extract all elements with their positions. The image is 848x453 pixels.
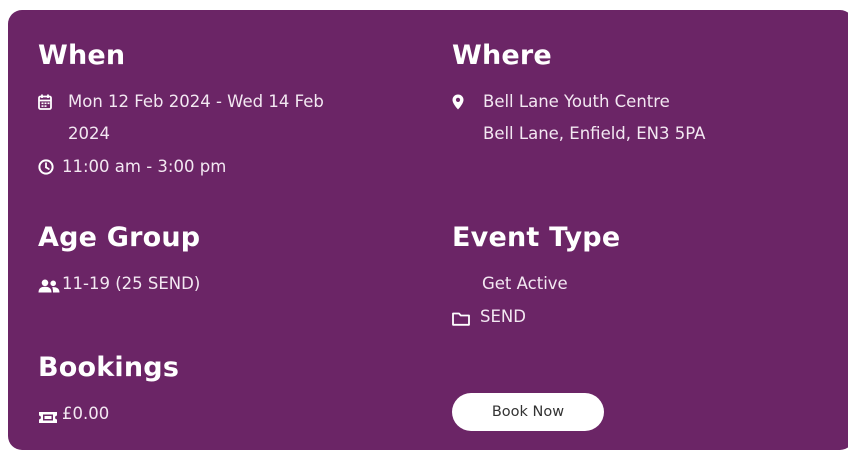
price-text: £0.00 — [62, 404, 110, 423]
bookings-heading: Bookings — [38, 352, 180, 383]
calendar-icon — [38, 93, 54, 111]
event-tag-link[interactable]: SEND — [480, 305, 526, 329]
date-range-continuation: 2024 — [68, 124, 110, 143]
users-icon — [38, 276, 60, 294]
time-text: 11:00 am - 3:00 pm — [62, 157, 227, 176]
ticket-icon — [38, 407, 60, 425]
date-range-text: Mon 12 Feb 2024 - Wed 14 Feb — [68, 92, 324, 111]
event-category-link[interactable]: Get Active — [482, 272, 568, 296]
age-group-row: 11-19 (25 SEND) — [38, 272, 398, 296]
where-heading: Where — [452, 40, 552, 71]
event-type-heading: Event Type — [452, 222, 621, 253]
age-group-text: 11-19 (25 SEND) — [62, 274, 201, 293]
when-heading: When — [38, 40, 126, 71]
map-pin-icon — [452, 93, 468, 111]
event-tag-row: SEND — [452, 305, 812, 329]
clock-icon — [38, 158, 54, 176]
folder-icon — [452, 309, 472, 327]
age-group-heading: Age Group — [38, 222, 201, 253]
time-row: 11:00 am - 3:00 pm — [38, 155, 398, 179]
date-row: Mon 12 Feb 2024 - Wed 14 Feb — [38, 90, 398, 114]
event-details-card: When Mon 12 Feb 2024 - Wed 14 Feb 2024 1… — [8, 10, 848, 450]
price-row: £0.00 — [38, 402, 398, 426]
venue-name-text: Bell Lane Youth Centre — [483, 92, 670, 111]
book-now-button[interactable]: Book Now — [452, 393, 604, 431]
venue-address-text: Bell Lane, Enfield, EN3 5PA — [483, 124, 706, 143]
venue-row: Bell Lane Youth Centre — [452, 90, 812, 114]
